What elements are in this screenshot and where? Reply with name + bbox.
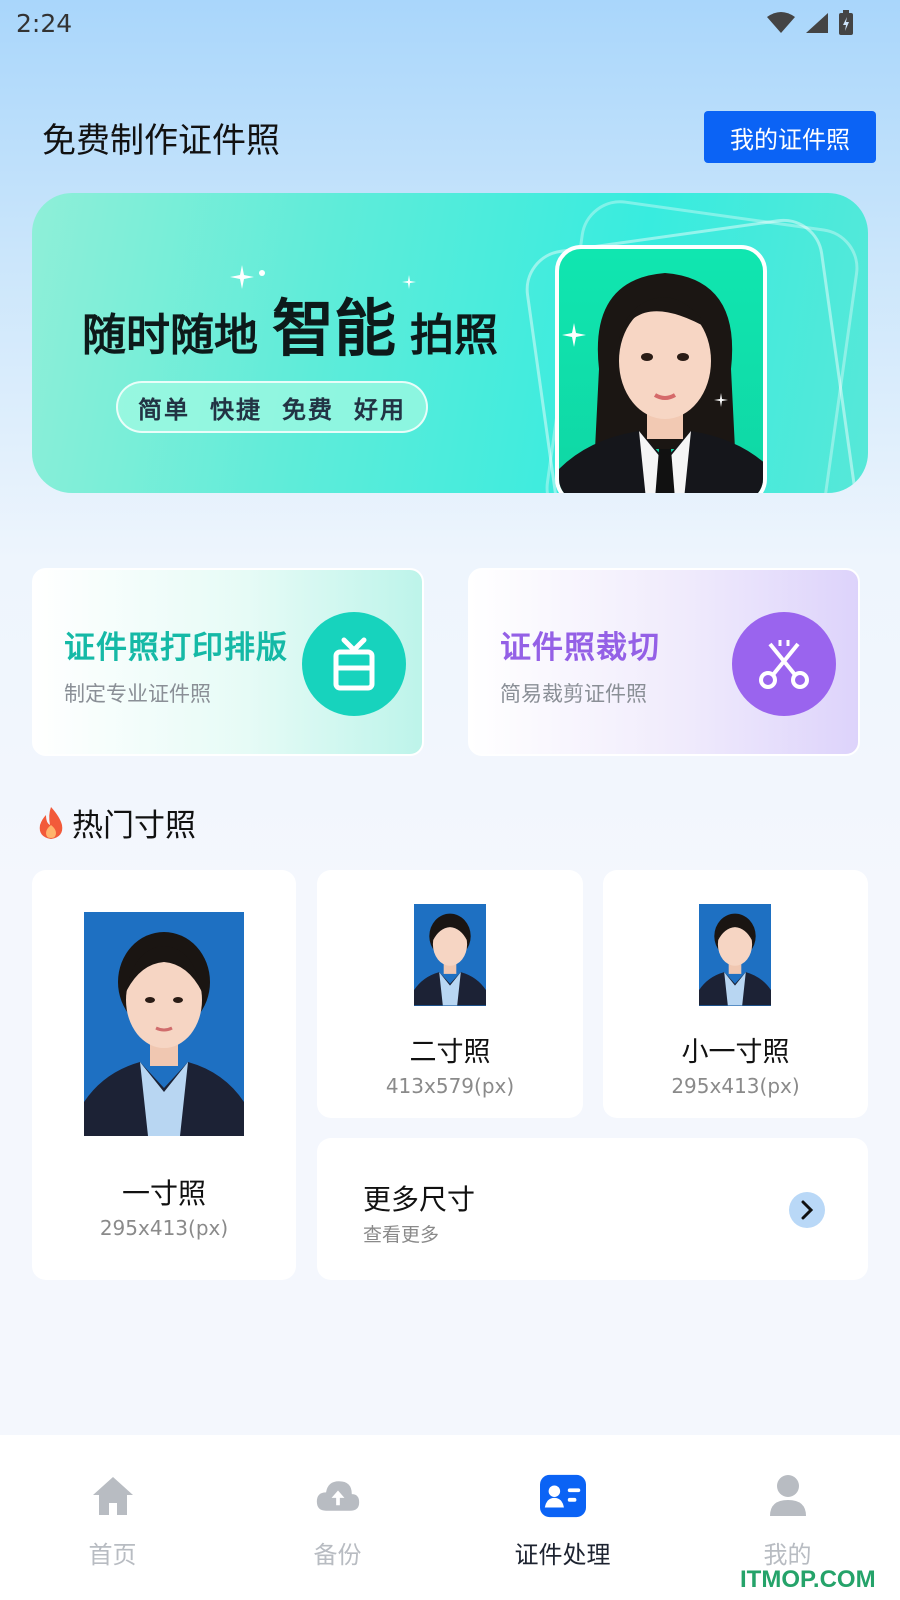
size-name: 二寸照	[409, 1037, 491, 1068]
nav-item-id-processing[interactable]: 证件处理	[450, 1435, 675, 1600]
banner-headline: 随时随地 智能 拍照	[82, 278, 498, 368]
user-icon	[765, 1473, 811, 1519]
feature-subtitle: 简易裁剪证件照	[500, 682, 647, 706]
feature-title: 证件照裁切	[500, 630, 660, 666]
scissors-icon	[732, 612, 836, 716]
sparkle-icon	[714, 393, 728, 407]
feature-title: 证件照打印排版	[64, 630, 288, 666]
signal-icon	[806, 13, 828, 33]
more-sizes-title: 更多尺寸	[363, 1183, 476, 1216]
nav-label: 我的	[763, 1541, 812, 1569]
size-name: 小一寸照	[681, 1037, 790, 1068]
cloud-icon	[315, 1473, 361, 1519]
banner-tag: 好用	[354, 395, 406, 424]
nav-item-backup[interactable]: 备份	[225, 1435, 450, 1600]
size-card-2inch[interactable]: 二寸照 413x579(px)	[317, 870, 583, 1118]
banner-headline-highlight: 智能	[272, 292, 397, 365]
portrait-thumbnail	[414, 904, 486, 1006]
watermark: ITMOP.COM	[740, 1566, 876, 1593]
nav-label: 备份	[313, 1541, 362, 1569]
home-icon	[90, 1473, 136, 1519]
size-name: 一寸照	[121, 1177, 206, 1210]
crop-card[interactable]: 证件照裁切 简易裁剪证件照	[468, 568, 860, 756]
battery-icon	[839, 10, 853, 35]
banner-headline-part: 拍照	[410, 310, 499, 361]
feature-subtitle: 制定专业证件照	[64, 682, 211, 706]
size-dimensions: 295x413(px)	[671, 1074, 800, 1098]
banner-tag: 简单	[138, 395, 190, 424]
chevron-right-icon[interactable]	[789, 1192, 825, 1228]
id-card-icon	[540, 1473, 586, 1519]
flame-icon	[39, 806, 63, 839]
portrait-thumbnail	[699, 904, 771, 1006]
page-title: 免费制作证件照	[42, 121, 280, 161]
size-dimensions: 295x413(px)	[99, 1216, 229, 1240]
banner-tag: 快捷	[210, 395, 262, 424]
size-card-small-1inch[interactable]: 小一寸照 295x413(px)	[603, 870, 868, 1118]
banner-tag: 免费	[282, 395, 334, 424]
sparkle-icon	[562, 323, 586, 347]
size-dimensions: 413x579(px)	[385, 1074, 515, 1098]
nav-label: 首页	[88, 1541, 137, 1569]
status-time: 2:24	[16, 9, 73, 38]
print-layout-icon	[302, 612, 406, 716]
popular-sizes-header: 热门寸照	[36, 800, 196, 845]
more-sizes-card[interactable]: 更多尺寸 查看更多	[317, 1138, 868, 1280]
print-layout-card[interactable]: 证件照打印排版 制定专业证件照	[32, 568, 424, 756]
nav-label: 证件处理	[514, 1541, 611, 1569]
status-bar: 2:24	[0, 0, 900, 50]
nav-item-home[interactable]: 首页	[0, 1435, 225, 1600]
section-title: 热门寸照	[72, 808, 196, 844]
portrait-thumbnail	[84, 912, 244, 1136]
promo-banner[interactable]: 随时随地 智能 拍照 简单 快捷 免费 好用	[32, 193, 868, 493]
banner-headline-part: 随时随地	[82, 310, 258, 361]
wifi-icon	[767, 12, 795, 33]
more-sizes-subtitle: 查看更多	[363, 1224, 440, 1246]
banner-portrait-image	[555, 245, 767, 493]
size-card-1inch[interactable]: 一寸照 295x413(px)	[32, 870, 296, 1280]
status-icons	[766, 10, 854, 36]
banner-tags: 简单 快捷 免费 好用	[116, 381, 428, 433]
my-photos-button[interactable]: 我的证件照	[704, 111, 876, 163]
